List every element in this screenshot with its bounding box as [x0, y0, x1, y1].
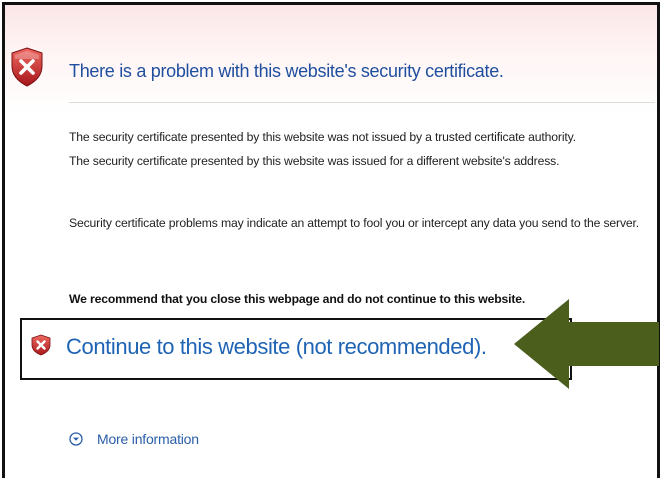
continue-to-website-link[interactable]: Continue to this website (not recommende…	[66, 334, 487, 360]
certificate-message-1: The security certificate presented by th…	[69, 130, 576, 144]
shield-error-icon	[11, 47, 43, 87]
header-divider	[69, 102, 655, 103]
more-information-label: More information	[97, 431, 199, 447]
page-title: There is a problem with this website's s…	[69, 61, 504, 81]
certificate-message-2: The security certificate presented by th…	[69, 154, 560, 168]
certificate-message-3: Security certificate problems may indica…	[69, 216, 640, 230]
arrow-left-icon	[514, 299, 659, 389]
shield-error-icon	[31, 334, 51, 356]
more-information-toggle[interactable]: More information	[69, 431, 199, 447]
continue-highlight-box: Continue to this website (not recommende…	[20, 318, 572, 380]
error-page: There is a problem with this website's s…	[2, 2, 660, 478]
recommendation-text: We recommend that you close this webpage…	[69, 292, 526, 306]
chevron-circle-down-icon	[69, 432, 83, 446]
